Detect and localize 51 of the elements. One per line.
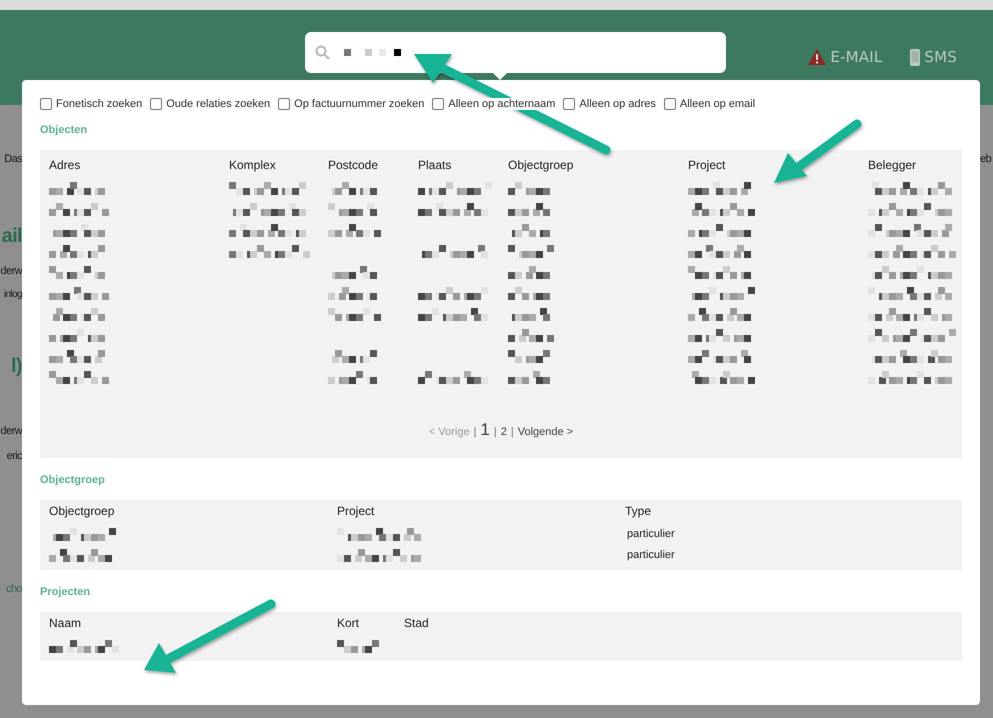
separator: | [510,426,514,438]
pixelated-text-drawing [49,203,109,216]
page-link[interactable]: 1 [480,420,490,440]
column-header: Objectgroep [48,503,116,520]
table-cell-text: particulier [626,527,675,542]
pixelated-text-drawing [49,287,109,300]
page-text: l) [10,355,22,378]
column-header: Postcode [327,157,380,174]
column-header: Komplex [228,157,277,174]
filter-checkbox[interactable]: Alleen op adres [563,98,656,110]
column-header: Stad [403,615,430,632]
phone-icon [910,48,920,66]
filter-checkbox[interactable]: Op factuurnummer zoeken [278,98,424,110]
pixelated-text-drawing [508,329,554,342]
column-header: Objectgroep [507,157,574,174]
page-text: cho [6,583,22,595]
column-header: Project [336,503,376,520]
column-header: Kort [336,615,360,632]
page-text: eb [980,153,992,165]
section-title: Objectgroep [40,474,106,486]
column-header: Naam [48,615,82,632]
column-header: Adres [48,157,82,174]
pixelated-text-drawing [328,224,381,237]
column-header: Belegger [867,157,918,174]
page-text: ail [2,225,22,248]
filter-checkbox[interactable]: Oude relaties zoeken [150,98,270,110]
page-text: inlog [4,289,22,300]
table-cell-text: particulier [626,548,675,563]
separator: | [494,426,497,438]
section-title: Objecten [40,124,88,136]
column-header: Project [687,157,726,174]
next-link[interactable]: Volgende > [518,426,574,438]
search-icon [315,45,330,60]
pixelated-text-drawing [508,245,554,258]
pixelated-text-drawing [49,371,109,384]
search-field[interactable] [305,32,726,73]
column-header: Plaats [417,157,452,174]
filter-checkbox[interactable]: Alleen op achternaam [432,98,556,110]
separator: | [474,426,476,438]
page-link[interactable]: 2 [500,426,507,438]
page-text: derw [0,425,22,437]
page-text: eric [6,450,22,462]
page-text: derw [0,265,22,277]
pixelated-text-drawing [344,48,402,56]
warning-icon [808,49,826,65]
pixelated-text-drawing [328,308,381,321]
filter-checkbox[interactable]: Fonetisch zoeken [40,98,142,110]
column-header: Type [624,503,652,520]
filter-checkbox[interactable]: Alleen op email [664,98,756,110]
page-text: Das [4,153,22,165]
section-title: Projecten [40,586,92,598]
